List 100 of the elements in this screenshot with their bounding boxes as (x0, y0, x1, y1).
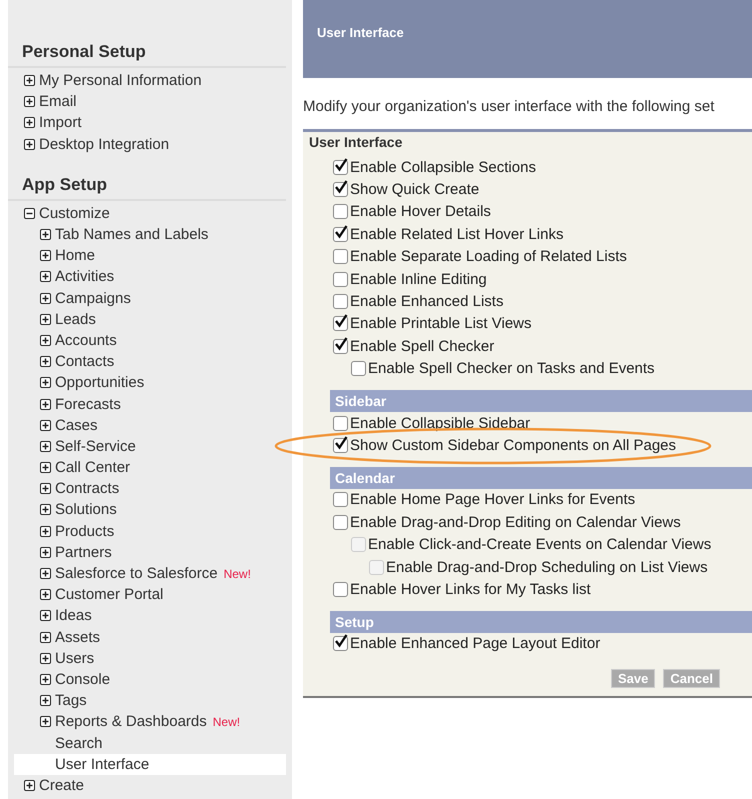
sidebar-item[interactable]: Contacts (14, 351, 286, 372)
checkbox[interactable] (333, 294, 348, 310)
option-label: Enable Inline Editing (350, 270, 487, 288)
checkbox[interactable] (333, 204, 348, 220)
expand-icon[interactable] (40, 610, 51, 622)
sidebar-item[interactable]: User Interface (14, 754, 286, 775)
sidebar-item[interactable]: Reports & Dashboards New! (14, 711, 286, 732)
checkbox[interactable] (333, 514, 348, 530)
expand-icon[interactable] (40, 462, 51, 474)
option-label: Enable Separate Loading of Related Lists (350, 248, 627, 266)
page-title: User Interface (317, 25, 404, 40)
sidebar-item[interactable]: Home (14, 245, 286, 266)
collapse-icon[interactable] (24, 208, 35, 219)
checkbox[interactable] (333, 582, 348, 597)
intro-text: Modify your organization's user interface with the following set (303, 98, 716, 115)
sidebar-item[interactable]: Console (14, 668, 286, 690)
expand-icon[interactable] (40, 568, 51, 580)
sidebar-item[interactable]: Customize (14, 202, 286, 224)
option-label: Enable Collapsible Sidebar (350, 414, 530, 432)
option-label: Enable Collapsible Sections (350, 158, 536, 176)
expand-icon[interactable] (40, 674, 51, 685)
expand-icon[interactable] (40, 440, 51, 452)
expand-icon[interactable] (24, 75, 35, 86)
sidebar-item[interactable]: Contracts (14, 478, 286, 500)
new-label: New! (224, 566, 251, 581)
sidebar-item[interactable]: Solutions (14, 499, 286, 521)
option-label: Enable Hover Links for My Tasks list (350, 580, 591, 598)
option-label: Enable Related List Hover Links (350, 226, 564, 243)
sidebar-item[interactable]: Email (14, 91, 286, 112)
expand-icon[interactable] (40, 716, 51, 728)
checkbox[interactable] (333, 272, 348, 287)
expand-icon[interactable] (40, 632, 51, 643)
checkbox[interactable] (333, 249, 348, 264)
sidebar-item[interactable]: Import (14, 112, 286, 134)
sidebar-item[interactable]: Self-Service (14, 436, 286, 457)
section-header: Sidebar (330, 390, 752, 412)
sidebar-item[interactable]: Products (14, 520, 286, 542)
checkbox[interactable] (333, 226, 348, 242)
expand-icon[interactable] (40, 292, 51, 304)
option-label: Enable Enhanced Page Layout Editor (350, 635, 600, 652)
expand-icon[interactable] (40, 483, 51, 494)
sidebar-item[interactable]: Campaigns (14, 288, 286, 309)
checkbox[interactable] (333, 636, 348, 652)
expand-icon[interactable] (40, 334, 51, 346)
expand-icon[interactable] (24, 96, 35, 108)
section-heading: App Setup (8, 172, 286, 201)
expand-icon[interactable] (40, 314, 51, 325)
expand-icon[interactable] (40, 271, 51, 282)
sidebar-item[interactable]: Leads (14, 308, 286, 330)
sidebar-item[interactable]: Forecasts (14, 393, 286, 415)
expand-icon[interactable] (40, 250, 51, 262)
sidebar-item[interactable]: Cases (14, 414, 286, 436)
sidebar-item[interactable]: Opportunities (14, 372, 286, 394)
expand-icon[interactable] (40, 695, 51, 706)
expand-icon[interactable] (40, 526, 51, 537)
sidebar-item[interactable]: Ideas (14, 605, 286, 626)
sidebar-item[interactable]: Customer Portal (14, 584, 286, 606)
sidebar-item[interactable]: Desktop Integration (14, 134, 286, 155)
sidebar-item[interactable]: Accounts (14, 330, 286, 352)
checkbox[interactable] (333, 438, 348, 453)
sidebar-item[interactable]: My Personal Information (14, 70, 286, 92)
option-label: Enable Drag-and-Drop Scheduling on List Views (386, 558, 708, 576)
expand-icon[interactable] (40, 377, 51, 388)
option-label: Show Custom Sidebar Components on All Pages (350, 436, 676, 454)
checkbox[interactable] (333, 338, 348, 354)
section-heading: Personal Setup (8, 40, 286, 68)
option-label: Show Quick Create (350, 181, 480, 198)
expand-icon[interactable] (40, 546, 51, 558)
checkbox[interactable] (333, 492, 348, 508)
checkbox[interactable] (333, 316, 348, 332)
option-label: Enable Drag-and-Drop Editing on Calendar Views (350, 514, 681, 531)
sidebar-item[interactable]: Search (14, 732, 286, 754)
sidebar-item[interactable]: Create (14, 774, 286, 796)
expand-icon[interactable] (40, 398, 51, 410)
expand-icon[interactable] (40, 504, 51, 516)
sidebar-item[interactable]: Users (14, 648, 286, 669)
expand-icon[interactable] (24, 117, 35, 128)
expand-icon[interactable] (24, 138, 35, 150)
expand-icon[interactable] (40, 589, 51, 600)
section-header: Setup (330, 610, 752, 633)
option-label: Enable Printable List Views (350, 315, 532, 332)
expand-icon[interactable] (40, 356, 51, 368)
checkbox[interactable] (333, 160, 348, 175)
option-label: Enable Spell Checker (350, 338, 494, 355)
sidebar-item[interactable]: Partners (14, 542, 286, 563)
sidebar-item[interactable]: Tags (14, 690, 286, 712)
option-label: Enable Spell Checker on Tasks and Events (368, 360, 655, 378)
expand-icon[interactable] (40, 652, 51, 664)
checkbox[interactable] (333, 416, 348, 431)
sidebar-item[interactable]: Call Center (14, 457, 286, 478)
section-header: Calendar (330, 466, 752, 489)
sidebar-item[interactable]: Assets (14, 626, 286, 648)
sidebar-item[interactable]: Salesforce to Salesforce New! (14, 562, 286, 584)
expand-icon[interactable] (24, 780, 35, 791)
sidebar-item[interactable]: Tab Names and Labels (14, 224, 286, 246)
checkbox[interactable] (333, 182, 348, 198)
checkbox[interactable] (351, 361, 366, 376)
expand-icon[interactable] (40, 420, 51, 431)
sidebar-item[interactable]: Activities (14, 266, 286, 288)
expand-icon[interactable] (40, 229, 51, 240)
